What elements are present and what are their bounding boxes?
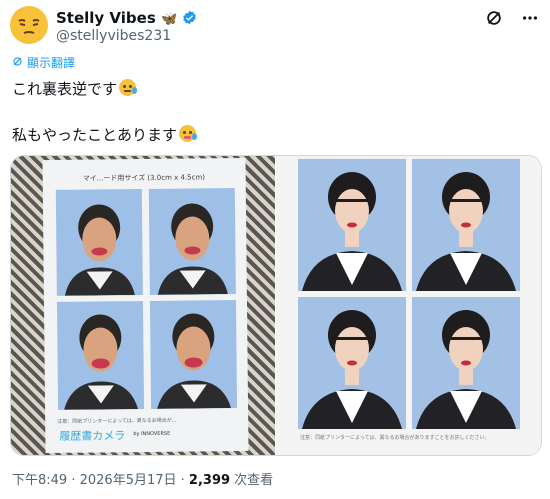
photo-right-footnote: 注意：同紙プリンターによっては、異なるお場合がありますことをお許しください。 xyxy=(300,435,490,441)
portrait-photo xyxy=(148,188,236,295)
portrait-photo xyxy=(149,300,238,409)
portrait-photo xyxy=(298,159,406,291)
grok-icon[interactable] xyxy=(484,8,504,28)
meta-separator: · xyxy=(67,473,80,488)
display-name[interactable]: Stelly Vibes 🦋 xyxy=(56,9,197,27)
media-photo-left[interactable]: マイ...ード用サイズ (3.0cm x 4.5cm) 注意：同紙プリンターによ… xyxy=(11,156,275,455)
avatar[interactable] xyxy=(10,6,48,44)
translate-icon xyxy=(12,56,23,70)
more-icon[interactable] xyxy=(520,8,540,28)
view-count[interactable]: 2,399 xyxy=(189,473,230,488)
post-time[interactable]: 下午8:49 xyxy=(12,473,67,488)
meta-separator: · xyxy=(176,473,189,488)
crying-smile-emoji-icon xyxy=(119,79,138,96)
portrait-photo xyxy=(56,301,145,410)
media-photo-right[interactable]: 注意：同紙プリンターによっては、異なるお場合がありますことをお許しください。 xyxy=(276,156,541,455)
photo-sheet-header: マイ...ード用サイズ (3.0cm x 4.5cm) xyxy=(82,173,206,183)
view-count-label: 次查看 xyxy=(230,473,274,488)
portrait-photo xyxy=(298,297,406,429)
portrait-photo xyxy=(412,297,520,429)
sleepy-face-emoji-icon xyxy=(10,6,48,44)
post-text-line-1-text: これ裏表逆です xyxy=(12,80,118,98)
post-media[interactable]: マイ...ード用サイズ (3.0cm x 4.5cm) 注意：同紙プリンターによ… xyxy=(10,155,542,456)
post-date[interactable]: 2026年5月17日 xyxy=(80,473,177,488)
photo-sheet-brand-sub: by INNOVERSE xyxy=(133,430,171,438)
user-handle[interactable]: @stellyvibes231 xyxy=(56,28,171,44)
photo-print-sheet: マイ...ード用サイズ (3.0cm x 4.5cm) 注意：同紙プリンターによ… xyxy=(42,157,249,454)
show-translation-link[interactable]: 顯示翻譯 xyxy=(12,54,75,71)
post-text-line-1: これ裏表逆です xyxy=(12,78,138,99)
photo-sheet-brand: 履歴書カメラ xyxy=(59,429,126,443)
post-text-line-2: 私もやったことあります xyxy=(12,124,198,145)
post-header: Stelly Vibes 🦋 @stellyvibes231 xyxy=(10,6,540,46)
header-actions xyxy=(484,8,540,28)
butterfly-emoji-icon: 🦋 xyxy=(161,12,178,27)
verified-badge-icon xyxy=(182,9,197,27)
display-name-text: Stelly Vibes xyxy=(56,9,156,27)
portrait-photo xyxy=(412,159,520,291)
photo-sheet-footnote: 注意：同紙プリンターによっては、異なるお場合が... xyxy=(57,417,177,425)
show-translation-label: 顯示翻譯 xyxy=(27,56,76,70)
post-text-line-2-text: 私もやったことあります xyxy=(12,126,178,144)
portrait-photo xyxy=(55,189,143,296)
tongue-face-emoji-icon xyxy=(179,125,198,142)
post-meta: 下午8:49 · 2026年5月17日 · 2,399 次查看 xyxy=(12,469,273,488)
